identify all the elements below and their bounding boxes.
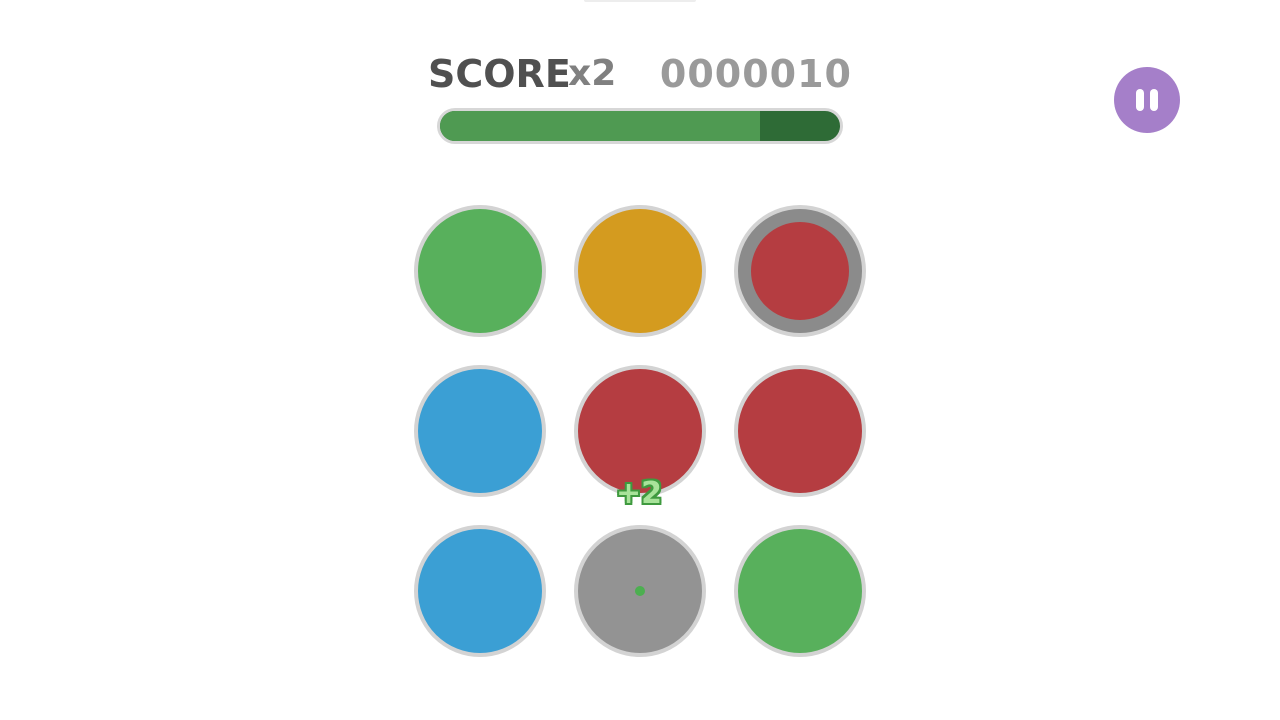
grid-circle-r3-c2[interactable] <box>574 525 706 657</box>
grid-circle-r3-c1[interactable] <box>414 525 546 657</box>
timer-bar-fill <box>440 111 760 141</box>
top-notch <box>584 0 696 2</box>
points-popup: +2 <box>616 476 663 511</box>
grid-circle-r2-c3[interactable] <box>734 365 866 497</box>
grid-circle-r1-c2[interactable] <box>574 205 706 337</box>
grid-circle-r1-c3[interactable] <box>738 209 862 333</box>
grid-circle-r2-c1[interactable] <box>414 365 546 497</box>
grid-circle-r3-c3[interactable] <box>734 525 866 657</box>
game-screen: SCORE x2 0000010 +2 <box>0 0 1280 720</box>
center-dot <box>635 586 645 596</box>
timer-bar <box>437 108 843 144</box>
grid-circle-r1-c1[interactable] <box>414 205 546 337</box>
score-label: SCORE <box>428 52 571 96</box>
score-multiplier: x2 <box>568 53 617 94</box>
pause-icon <box>1133 89 1161 111</box>
score-value: 0000010 <box>659 52 852 96</box>
circle-grid <box>414 205 866 657</box>
pause-button[interactable] <box>1114 67 1180 133</box>
